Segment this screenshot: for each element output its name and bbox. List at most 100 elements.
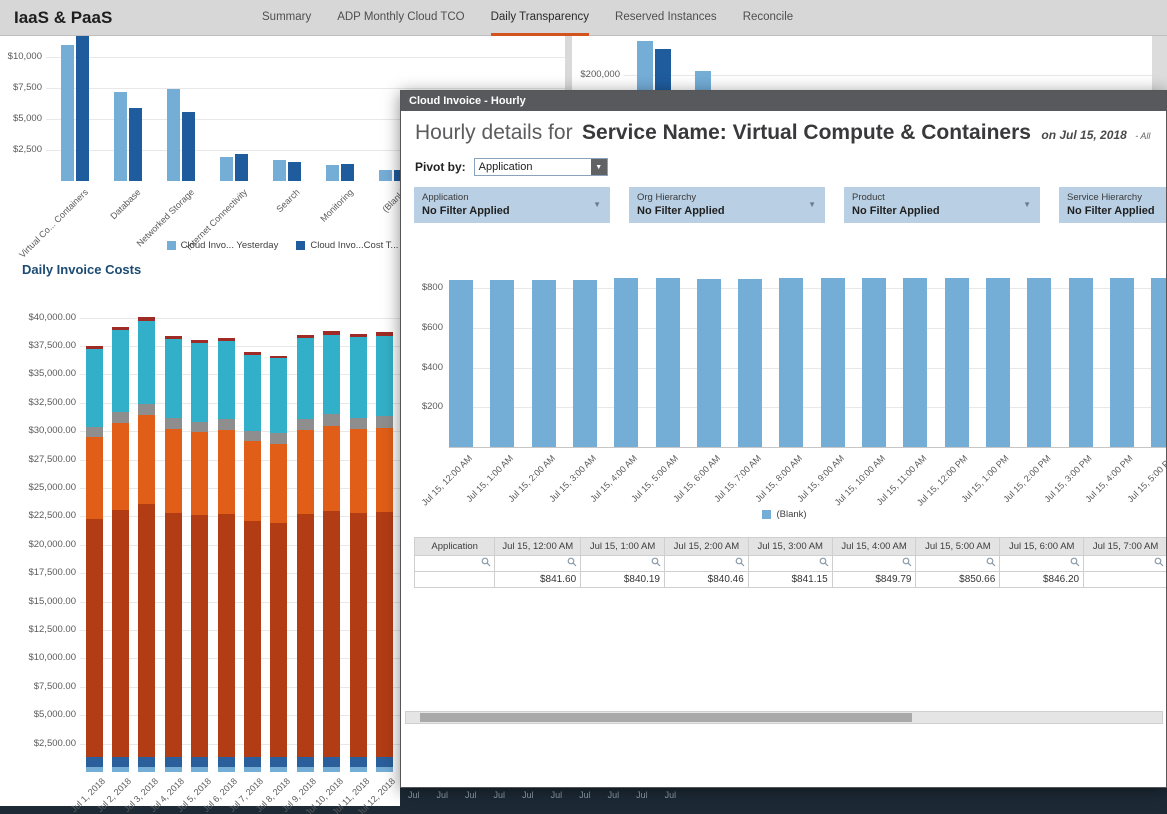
table-header-cell[interactable]: Jul 15, 2:00 AM xyxy=(664,538,748,556)
bar-segment-teal[interactable] xyxy=(218,341,235,418)
table-header-cell[interactable]: Application xyxy=(415,538,495,556)
bar-segment-rust[interactable] xyxy=(165,513,182,757)
bar-segment-teal[interactable] xyxy=(323,335,340,415)
bar-segment-orange[interactable] xyxy=(350,429,367,513)
legend-item[interactable]: Cloud Invo...Cost T... xyxy=(296,240,398,251)
bar-segment-rust[interactable] xyxy=(191,515,208,757)
bar-segment-teal[interactable] xyxy=(86,349,103,426)
bar-segment-orange[interactable] xyxy=(323,426,340,511)
bar-segment-redcap[interactable] xyxy=(165,336,182,339)
column-filter-cell[interactable] xyxy=(1084,556,1167,572)
bar-cloud-invo-yesterday[interactable] xyxy=(167,89,180,181)
bar-blank[interactable] xyxy=(697,279,721,447)
bar-cloud-invo-cost-t[interactable] xyxy=(288,162,301,181)
bar-blank[interactable] xyxy=(449,280,473,447)
bar-blank[interactable] xyxy=(945,278,969,447)
bar-segment-lightblue[interactable] xyxy=(376,767,393,772)
bar-segment-teal[interactable] xyxy=(165,339,182,417)
bar-blank[interactable] xyxy=(614,278,638,447)
column-filter-cell[interactable] xyxy=(581,556,665,572)
bar-segment-teal[interactable] xyxy=(350,337,367,418)
bar-blank[interactable] xyxy=(656,278,680,447)
column-filter-cell[interactable] xyxy=(664,556,748,572)
table-header-cell[interactable]: Jul 15, 12:00 AM xyxy=(495,538,581,556)
search-icon[interactable] xyxy=(1154,557,1164,567)
search-icon[interactable] xyxy=(986,557,996,567)
bar-blank[interactable] xyxy=(862,278,886,447)
vertical-scrollbar[interactable] xyxy=(1152,36,1167,90)
bar-blank[interactable] xyxy=(986,278,1010,447)
bar-segment-navy[interactable] xyxy=(112,757,129,767)
column-filter-cell[interactable] xyxy=(832,556,916,572)
tab-daily-transparency[interactable]: Daily Transparency xyxy=(491,0,589,36)
bar-segment-navy[interactable] xyxy=(350,757,367,767)
bar-blank[interactable] xyxy=(490,280,514,447)
bar-segment-orange[interactable] xyxy=(376,428,393,512)
bar-segment-gray[interactable] xyxy=(165,418,182,429)
bar-cloud-invo-yesterday[interactable] xyxy=(326,165,339,181)
bar-blank[interactable] xyxy=(573,280,597,447)
bar-segment-orange[interactable] xyxy=(297,430,314,514)
bar-segment-lightblue[interactable] xyxy=(218,767,235,772)
bar-cloud-invo-cost-t[interactable] xyxy=(129,108,142,181)
bar-blank[interactable] xyxy=(532,280,556,447)
bar-segment-rust[interactable] xyxy=(112,510,129,758)
bar-segment-teal[interactable] xyxy=(191,343,208,421)
legend-item[interactable]: (Blank) xyxy=(762,509,806,520)
bar-blank[interactable] xyxy=(1151,278,1167,447)
bar-segment-rust[interactable] xyxy=(297,514,314,757)
bar-segment-lightblue[interactable] xyxy=(270,767,287,772)
scrollbar-thumb[interactable] xyxy=(420,713,912,722)
bar-segment-gray[interactable] xyxy=(218,419,235,430)
bar-segment-orange[interactable] xyxy=(165,429,182,513)
bar-segment-teal[interactable] xyxy=(270,358,287,433)
bar-segment-orange[interactable] xyxy=(218,430,235,514)
bar-segment-rust[interactable] xyxy=(323,511,340,758)
bar-segment-redcap[interactable] xyxy=(218,338,235,341)
bar-darkblue-series[interactable] xyxy=(655,49,671,90)
bar-segment-redcap[interactable] xyxy=(270,356,287,359)
table-header-cell[interactable]: Jul 15, 7:00 AM xyxy=(1084,538,1167,556)
bar-segment-rust[interactable] xyxy=(270,523,287,757)
bar-segment-lightblue[interactable] xyxy=(323,767,340,772)
tab-adp-monthly-cloud-tco[interactable]: ADP Monthly Cloud TCO xyxy=(337,0,464,36)
bar-segment-orange[interactable] xyxy=(86,437,103,519)
modal-title-bar[interactable]: Cloud Invoice - Hourly xyxy=(401,91,1166,111)
bar-segment-navy[interactable] xyxy=(218,757,235,767)
bar-segment-redcap[interactable] xyxy=(191,340,208,343)
search-icon[interactable] xyxy=(481,557,491,567)
bar-segment-rust[interactable] xyxy=(350,513,367,757)
column-filter-cell[interactable] xyxy=(1000,556,1084,572)
bar-cloud-invo-yesterday[interactable] xyxy=(61,45,74,181)
bar-segment-gray[interactable] xyxy=(350,418,367,429)
horizontal-scrollbar[interactable] xyxy=(405,711,1163,724)
bar-segment-gray[interactable] xyxy=(323,414,340,425)
bar-blank[interactable] xyxy=(821,278,845,447)
bar-lightblue-series[interactable] xyxy=(695,71,711,90)
bar-segment-gray[interactable] xyxy=(86,427,103,437)
bar-segment-lightblue[interactable] xyxy=(244,767,261,772)
bar-segment-lightblue[interactable] xyxy=(350,767,367,772)
bar-segment-gray[interactable] xyxy=(297,419,314,430)
search-icon[interactable] xyxy=(567,557,577,567)
bar-segment-lightblue[interactable] xyxy=(138,767,155,772)
bar-segment-redcap[interactable] xyxy=(297,335,314,338)
column-filter-cell[interactable] xyxy=(495,556,581,572)
bar-cloud-invo-cost-t[interactable] xyxy=(182,112,195,181)
tab-summary[interactable]: Summary xyxy=(262,0,311,36)
search-icon[interactable] xyxy=(819,557,829,567)
column-filter-cell[interactable] xyxy=(415,556,495,572)
bar-cloud-invo-yesterday[interactable] xyxy=(273,160,286,181)
bar-blank[interactable] xyxy=(779,278,803,447)
bar-segment-lightblue[interactable] xyxy=(165,767,182,772)
bar-segment-orange[interactable] xyxy=(138,415,155,504)
bar-blank[interactable] xyxy=(1069,278,1093,447)
bar-segment-orange[interactable] xyxy=(191,432,208,515)
bar-cloud-invo-yesterday[interactable] xyxy=(220,157,233,181)
bar-segment-redcap[interactable] xyxy=(376,332,393,335)
bar-segment-navy[interactable] xyxy=(297,757,314,767)
table-header-cell[interactable]: Jul 15, 4:00 AM xyxy=(832,538,916,556)
bar-segment-gray[interactable] xyxy=(138,404,155,415)
bar-cloud-invo-cost-t[interactable] xyxy=(235,154,248,181)
bar-cloud-invo-yesterday[interactable] xyxy=(379,170,392,181)
